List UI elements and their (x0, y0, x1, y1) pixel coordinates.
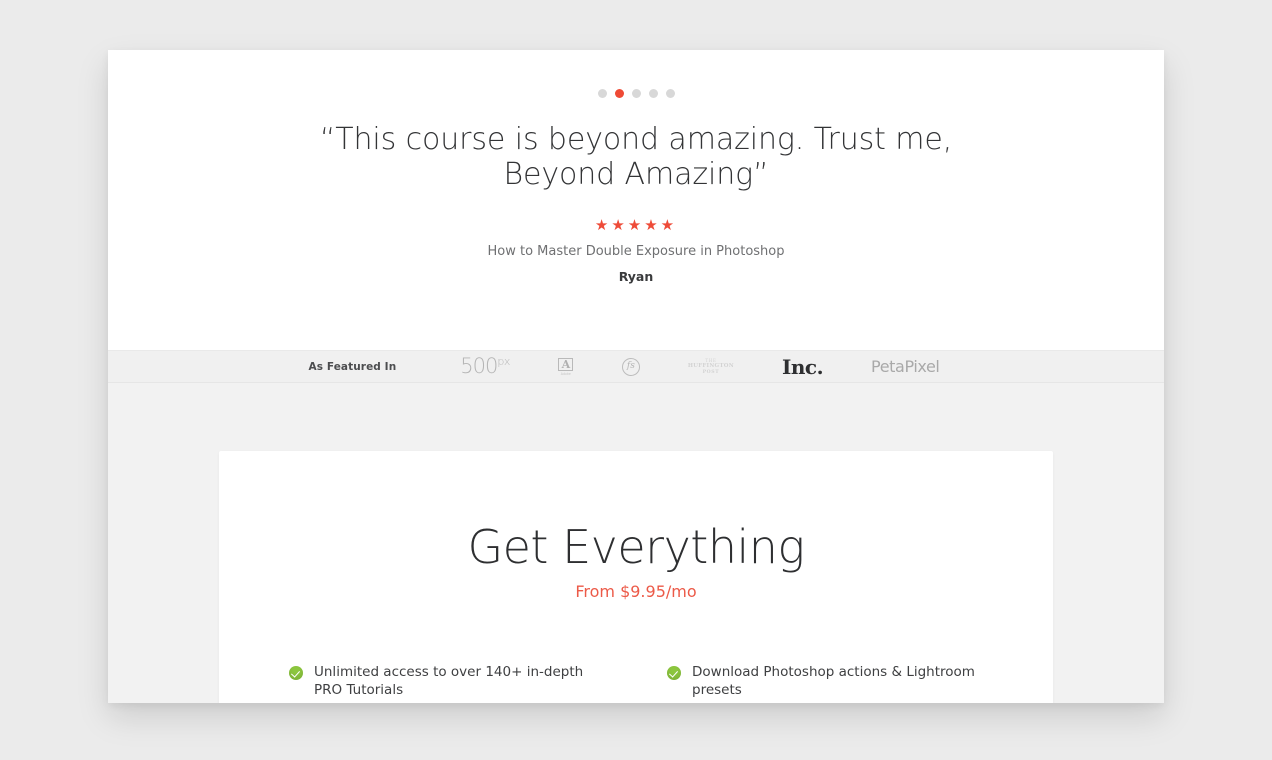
as-featured-in-label: As Featured In (308, 360, 397, 373)
testimonial-reviewer-name: Ryan (618, 269, 654, 284)
list-item: Download Photoshop actions & Lightroom p… (667, 663, 983, 699)
fstoppers-logo: fs (621, 357, 640, 376)
inc-logo: Inc. (782, 354, 824, 379)
adobe-logo: A Adobe (558, 357, 574, 376)
huffpost-line-3: POST (702, 369, 720, 375)
browser-page-frame: “This course is beyond amazing. Trust me… (108, 50, 1164, 703)
as-featured-in-inner: As Featured In 500px A Adobe fs THE HUFF… (108, 355, 1164, 379)
pricing-card: Get Everything From $9.95/mo Unlimited a… (219, 451, 1053, 703)
500px-logo: 500px (460, 354, 510, 378)
check-circle-icon (667, 666, 681, 681)
star-rating: ★★★★★ (108, 218, 1164, 233)
inc-logo-slot[interactable]: Inc. (782, 354, 824, 379)
star-icon-3: ★ (627, 217, 645, 234)
carousel-dot-3[interactable] (631, 89, 641, 98)
testimonial-quote-line-2: Beyond Amazing” (503, 157, 769, 192)
testimonial-quote-line-1: “This course is beyond amazing. Trust me… (319, 122, 953, 157)
star-icon-2: ★ (611, 217, 628, 234)
adobe-logo-slot[interactable]: A Adobe (558, 355, 574, 379)
star-icon-1: ★ (594, 217, 612, 234)
star-icon-4: ★ (644, 217, 661, 234)
petapixel-logo: PetaPixel (871, 356, 940, 376)
as-featured-in-bar: As Featured In 500px A Adobe fs THE HUFF… (108, 350, 1164, 383)
list-item: Unlimited access to over 140+ in-depth P… (289, 663, 605, 699)
adobe-logo-wordmark: Adobe (560, 371, 571, 376)
check-circle-icon (289, 666, 303, 681)
pricing-price-label: From $9.95/mo (575, 582, 697, 602)
testimonial-course-name: How to Master Double Exposure in Photosh… (487, 244, 785, 259)
petapixel-logo-slot[interactable]: PetaPixel (871, 355, 940, 379)
pricing-feature-list: Unlimited access to over 140+ in-depth P… (275, 663, 997, 699)
feature-text: Unlimited access to over 140+ in-depth P… (314, 664, 584, 699)
pricing-title: Get Everything (467, 520, 805, 574)
carousel-dot-4[interactable] (648, 89, 658, 98)
testimonial-section: “This course is beyond amazing. Trust me… (108, 50, 1164, 350)
carousel-dot-2[interactable] (614, 89, 624, 98)
pricing-section: Get Everything From $9.95/mo Unlimited a… (108, 383, 1164, 703)
testimonial-quote: “This course is beyond amazing. Trust me… (316, 122, 956, 192)
fstoppers-logo-slot[interactable]: fs (621, 355, 640, 379)
huffington-post-logo: THE HUFFINGTON POST (688, 358, 734, 376)
feature-text: Download Photoshop actions & Lightroom p… (692, 664, 975, 699)
500px-logo-slot[interactable]: 500px (460, 355, 510, 379)
huffington-post-logo-slot[interactable]: THE HUFFINGTON POST (688, 355, 734, 379)
carousel-dot-5[interactable] (665, 89, 675, 98)
adobe-logo-mark: A (558, 357, 574, 371)
testimonial-carousel-dots[interactable] (108, 89, 1164, 98)
huffpost-line-2: HUFFINGTON (687, 362, 734, 369)
carousel-dot-1[interactable] (597, 89, 607, 98)
star-icon-5: ★ (660, 217, 678, 234)
